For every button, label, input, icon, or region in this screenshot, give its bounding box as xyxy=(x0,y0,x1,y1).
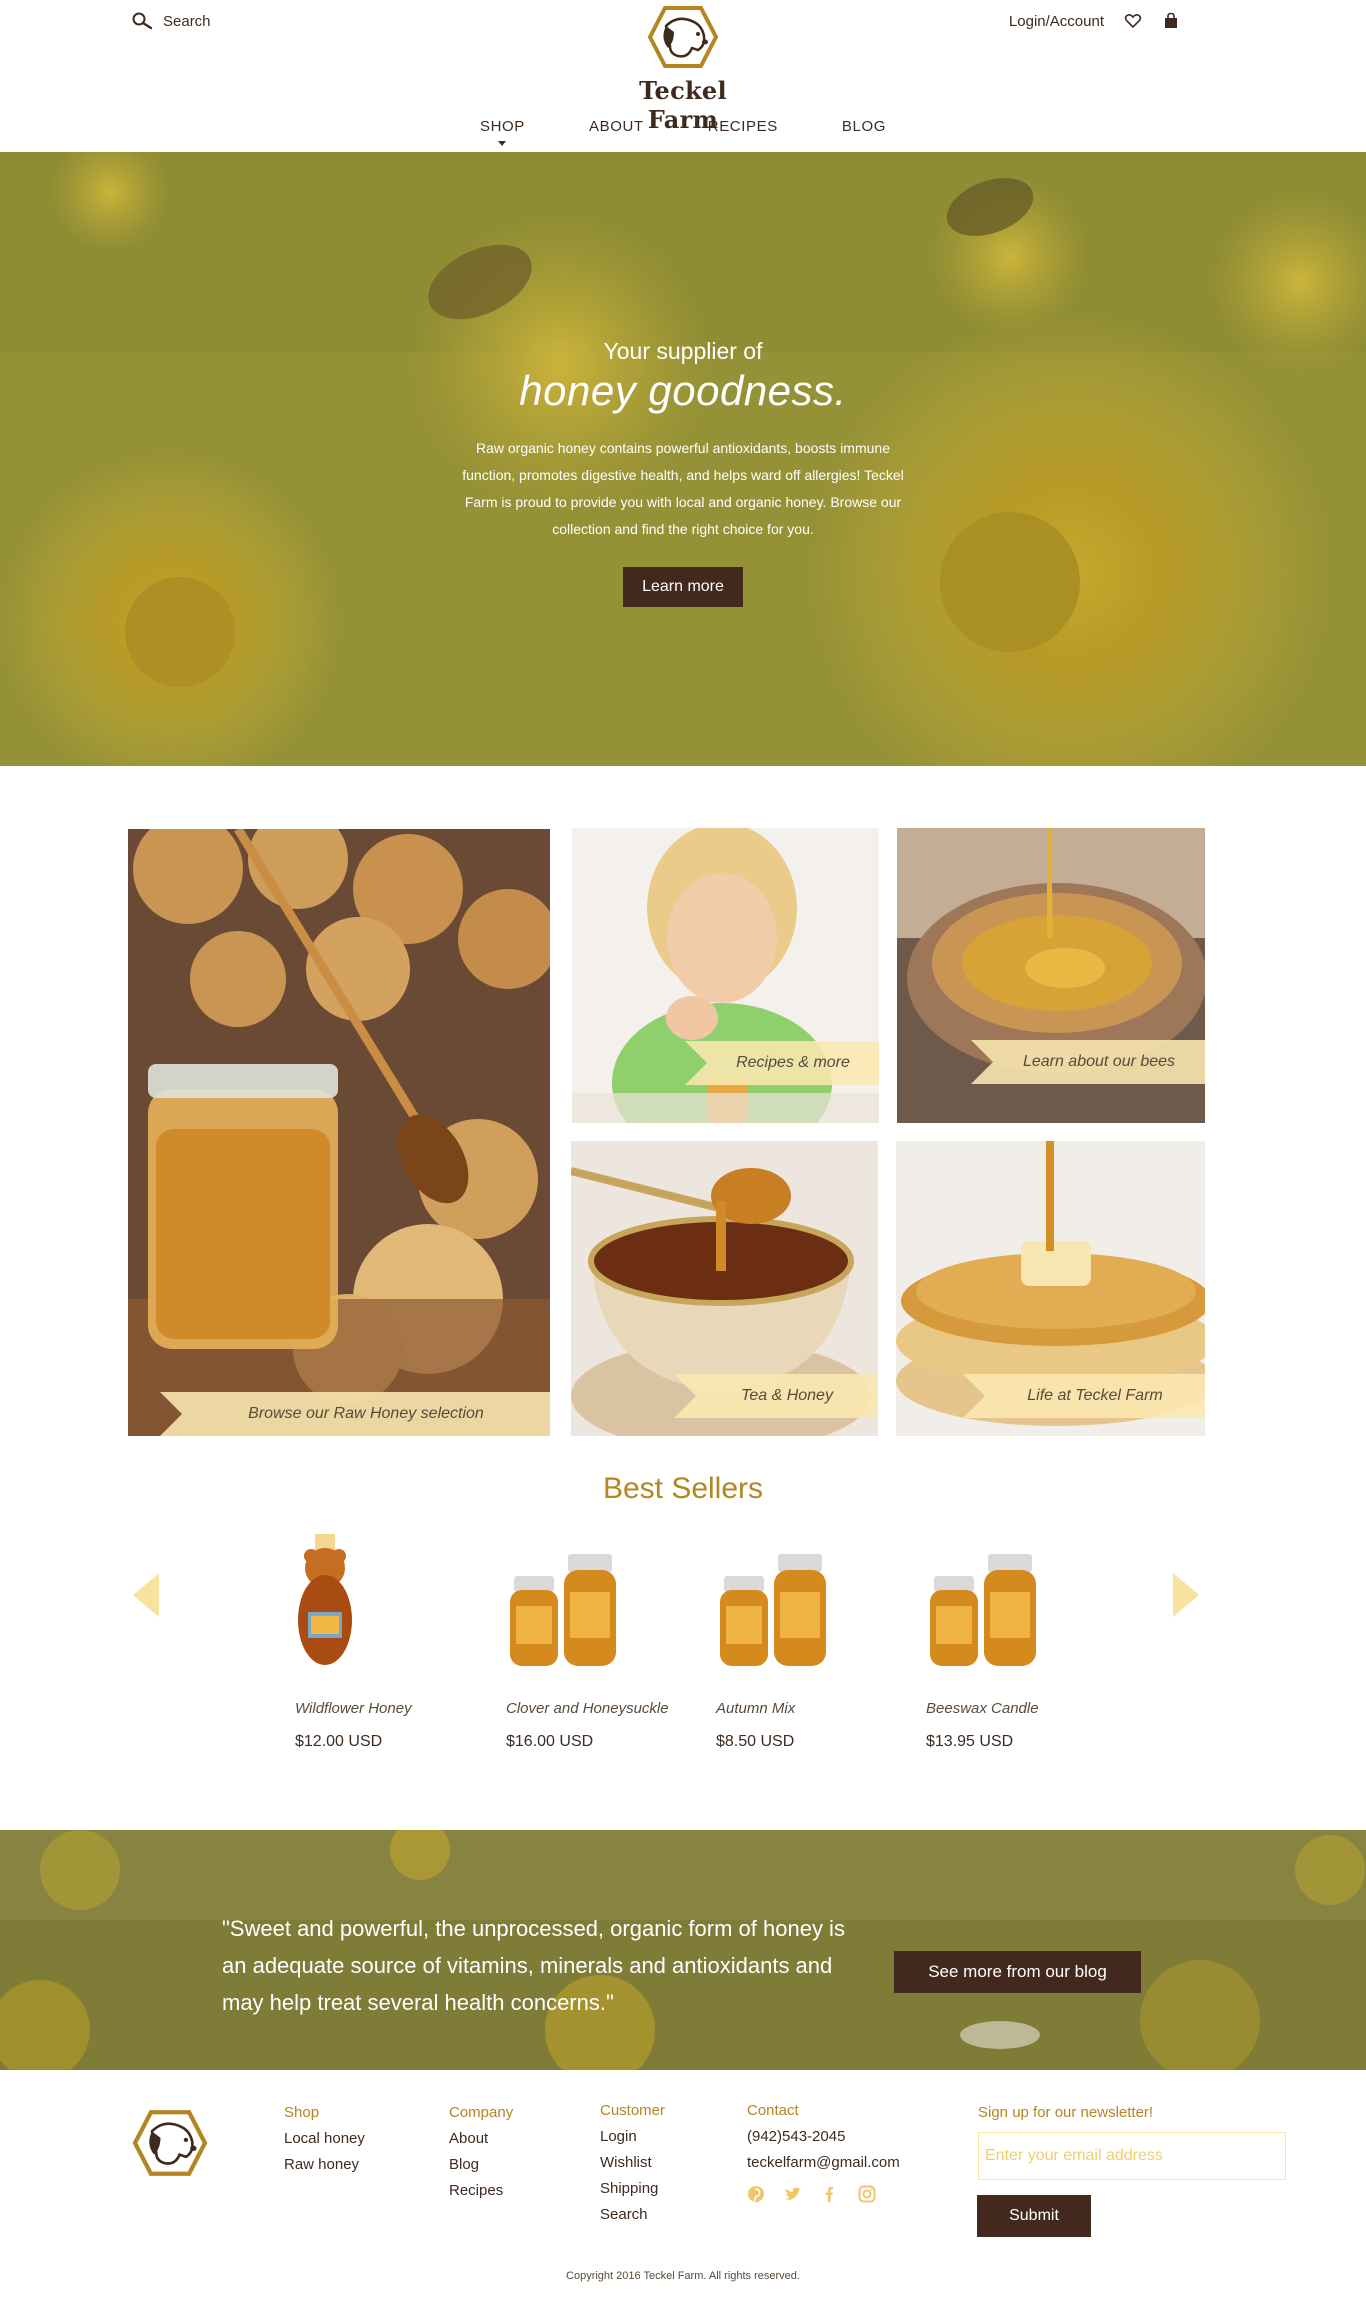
footer-col-company: Company About Blog Recipes xyxy=(449,2104,513,2208)
footer-link-recipes[interactable]: Recipes xyxy=(449,2182,513,2199)
product-card[interactable]: Beeswax Candle $13.95 USD xyxy=(926,1530,1116,1751)
newsletter-email-input[interactable] xyxy=(978,2132,1286,2180)
product-name: Beeswax Candle xyxy=(926,1700,1039,1717)
dog-logo-icon xyxy=(648,6,718,68)
search-icon xyxy=(132,12,153,30)
footer-link-raw-honey[interactable]: Raw honey xyxy=(284,2156,365,2173)
tile-ribbon: Life at Teckel Farm xyxy=(963,1374,1205,1418)
product-price: $8.50 USD xyxy=(716,1733,795,1750)
main-nav: SHOP ABOUT RECIPES BLOG xyxy=(480,118,886,146)
honey-jar-biscuits-image xyxy=(128,829,550,1436)
instagram-icon[interactable] xyxy=(858,2185,876,2203)
product-price: $12.00 USD xyxy=(295,1733,383,1750)
footer-link-local-honey[interactable]: Local honey xyxy=(284,2130,365,2147)
carousel-prev-arrow-icon[interactable] xyxy=(133,1573,159,1617)
footer-link-search[interactable]: Search xyxy=(600,2206,665,2223)
newsletter-heading: Sign up for our newsletter! xyxy=(978,2104,1154,2121)
hero-description: Raw organic honey contains powerful anti… xyxy=(462,440,904,537)
pinterest-icon[interactable] xyxy=(747,2185,765,2203)
copyright-text: Copyright 2016 Teckel Farm. All rights r… xyxy=(566,2270,800,2282)
newsletter-submit-button[interactable]: Submit xyxy=(977,2195,1091,2237)
blog-button[interactable]: See more from our blog xyxy=(894,1951,1141,1993)
footer-heading: Customer xyxy=(600,2102,666,2119)
product-name: Wildflower Honey xyxy=(295,1700,412,1717)
search-label: Search xyxy=(163,12,211,30)
tile-bees[interactable]: Learn about our bees xyxy=(897,828,1205,1123)
footer-heading: Contact xyxy=(747,2102,799,2119)
tile-tea[interactable]: Tea & Honey xyxy=(571,1141,878,1436)
product-card[interactable]: Clover and Honeysuckle $16.00 USD xyxy=(506,1530,696,1751)
product-price: $13.95 USD xyxy=(926,1733,1014,1750)
product-image xyxy=(506,1530,696,1680)
footer-heading: Shop xyxy=(284,2104,320,2121)
contact-phone[interactable]: (942)543-2045 xyxy=(747,2128,900,2145)
footer-link-blog[interactable]: Blog xyxy=(449,2156,513,2173)
footer-heading: Company xyxy=(449,2104,514,2121)
footer-link-login[interactable]: Login xyxy=(600,2128,665,2145)
honey-bear-bottle-image xyxy=(298,1534,352,1665)
tile-raw-honey[interactable]: Browse our Raw Honey selection xyxy=(128,829,550,1436)
honey-jars-image xyxy=(930,1554,1036,1666)
heart-icon[interactable] xyxy=(1124,12,1142,30)
footer-link-wishlist[interactable]: Wishlist xyxy=(600,2154,665,2171)
footer-link-shipping[interactable]: Shipping xyxy=(600,2180,665,2197)
tile-ribbon: Browse our Raw Honey selection xyxy=(160,1392,550,1436)
hero-title: honey goodness. xyxy=(519,367,847,414)
product-image xyxy=(295,1530,485,1680)
product-name: Autumn Mix xyxy=(716,1700,796,1717)
nav-about[interactable]: ABOUT xyxy=(589,118,644,135)
quote-text: "Sweet and powerful, the unprocessed, or… xyxy=(222,1916,845,2015)
hero-kicker: Your supplier of xyxy=(603,338,763,364)
tile-life[interactable]: Life at Teckel Farm xyxy=(896,1141,1205,1436)
dog-logo-icon[interactable] xyxy=(130,2108,210,2178)
best-sellers-title: Best Sellers xyxy=(602,1472,764,1505)
footer-link-about[interactable]: About xyxy=(449,2130,513,2147)
footer-col-contact: Contact (942)543-2045 teckelfarm@gmail.c… xyxy=(747,2102,900,2203)
contact-email[interactable]: teckelfarm@gmail.com xyxy=(747,2154,900,2171)
product-price: $16.00 USD xyxy=(506,1733,594,1750)
product-card[interactable]: Wildflower Honey $12.00 USD xyxy=(295,1530,485,1751)
honey-jars-image xyxy=(510,1554,616,1666)
product-image xyxy=(716,1530,906,1680)
site-header: Search Teckel Farm Login/Account SHOP AB… xyxy=(0,0,1366,152)
product-image xyxy=(926,1530,1116,1680)
tile-ribbon: Learn about our bees xyxy=(971,1040,1205,1084)
social-links xyxy=(747,2185,900,2203)
learn-more-button[interactable]: Learn more xyxy=(623,567,743,607)
footer-col-shop: Shop Local honey Raw honey xyxy=(284,2104,365,2182)
login-link[interactable]: Login/Account xyxy=(1009,13,1104,30)
twitter-icon[interactable] xyxy=(784,2185,802,2203)
shopping-bag-icon[interactable] xyxy=(1162,12,1180,30)
tile-ribbon: Tea & Honey xyxy=(674,1374,878,1418)
honey-jars-image xyxy=(720,1554,826,1666)
footer-col-customer: Customer Login Wishlist Shipping Search xyxy=(600,2102,665,2232)
tile-recipes[interactable]: Recipes & more xyxy=(572,828,879,1123)
facebook-icon[interactable] xyxy=(821,2185,839,2203)
product-card[interactable]: Autumn Mix $8.50 USD xyxy=(716,1530,906,1751)
hero-banner: Your supplier of honey goodness. Raw org… xyxy=(0,152,1366,766)
tile-ribbon: Recipes & more xyxy=(685,1041,879,1085)
quote-banner: "Sweet and powerful, the unprocessed, or… xyxy=(0,1830,1366,2070)
account-links: Login/Account xyxy=(1009,12,1180,30)
carousel-next-arrow-icon[interactable] xyxy=(1173,1573,1199,1617)
hero-content: Your supplier of honey goodness. Raw org… xyxy=(0,338,1366,607)
nav-blog[interactable]: BLOG xyxy=(842,118,886,135)
logo[interactable]: Teckel Farm xyxy=(603,4,763,134)
nav-recipes[interactable]: RECIPES xyxy=(708,118,778,135)
product-name: Clover and Honeysuckle xyxy=(506,1700,669,1717)
search-link[interactable]: Search xyxy=(131,12,211,30)
nav-shop[interactable]: SHOP xyxy=(480,118,525,146)
